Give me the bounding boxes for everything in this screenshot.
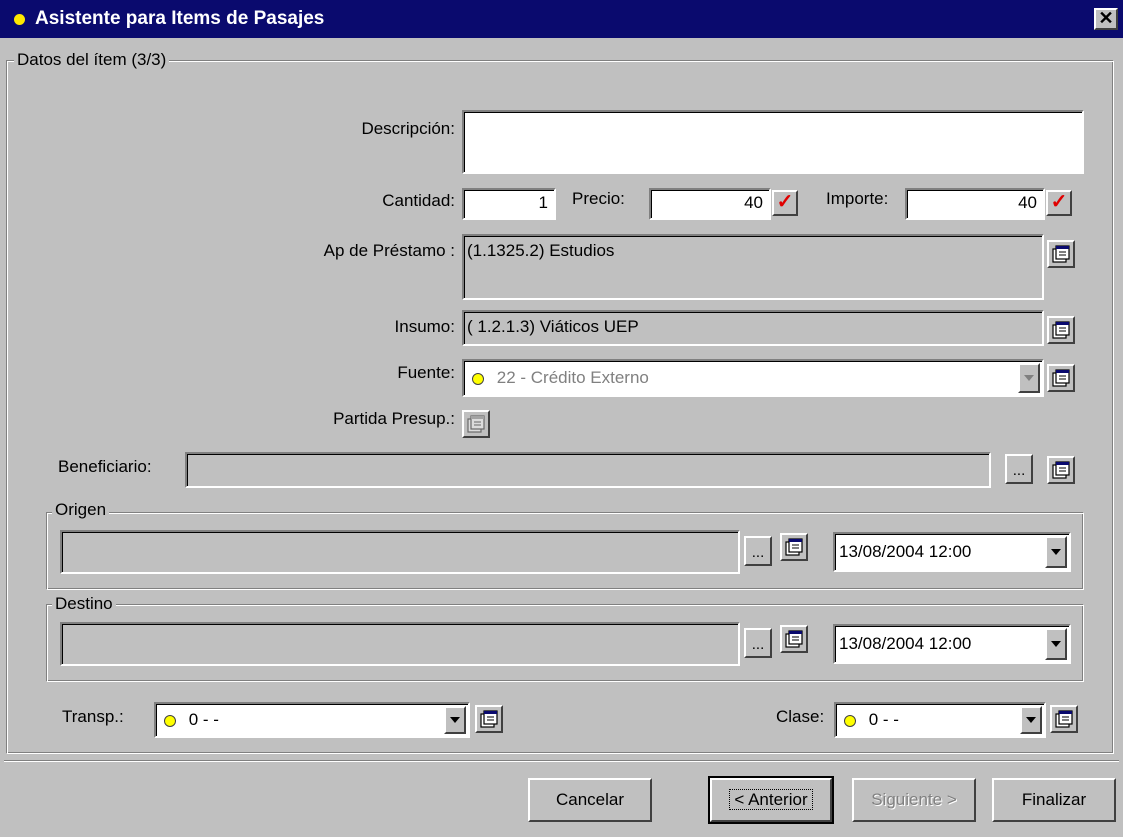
close-icon: ✕: [1098, 8, 1114, 28]
chevron-down-icon: [1051, 549, 1061, 555]
importe-check-button[interactable]: ✓: [1046, 190, 1072, 216]
close-button[interactable]: ✕: [1094, 8, 1118, 30]
insumo-properties-button[interactable]: [1047, 316, 1075, 344]
descripcion-field[interactable]: [462, 110, 1084, 174]
transp-value: 0 - -: [188, 710, 219, 729]
properties-icon: [467, 415, 485, 433]
window-title: Asistente para Items de Pasajes: [35, 8, 325, 29]
chevron-down-icon: [1026, 717, 1036, 723]
properties-icon: [1052, 321, 1070, 339]
destino-label: Destino: [52, 594, 116, 614]
importe-label: Importe:: [826, 189, 889, 208]
chevron-down-icon: [450, 717, 460, 723]
properties-icon: [785, 538, 803, 556]
destino-properties-button[interactable]: [780, 625, 808, 653]
properties-icon: [785, 630, 803, 648]
beneficiario-browse-button[interactable]: ...: [1005, 454, 1033, 484]
properties-icon: [1052, 369, 1070, 387]
ap-prestamo-label: Ap de Préstamo :: [323, 241, 455, 260]
origen-datetime-value: 13/08/2004 12:00: [839, 542, 972, 561]
transp-label: Transp.:: [62, 707, 124, 726]
clase-value: 0 - -: [868, 710, 899, 729]
partida-properties-button[interactable]: [462, 410, 490, 438]
origen-label: Origen: [52, 500, 110, 520]
status-dot-icon: [844, 714, 856, 727]
finish-button-label: Finalizar: [1021, 790, 1087, 809]
precio-check-button[interactable]: ✓: [772, 190, 798, 216]
precio-field[interactable]: 40: [649, 188, 771, 220]
ap-prestamo-field: (1.1325.2) Estudios: [462, 234, 1044, 300]
cantidad-label: Cantidad:: [382, 191, 455, 210]
title-dot-icon: [14, 13, 25, 25]
origen-properties-button[interactable]: [780, 533, 808, 561]
cantidad-field[interactable]: 1: [462, 188, 556, 220]
destino-datetime-dropdown-button[interactable]: [1045, 628, 1067, 660]
status-dot-icon: [164, 714, 176, 727]
clase-dropdown-button[interactable]: [1020, 706, 1042, 734]
status-dot-icon: [472, 372, 484, 385]
fuente-properties-button[interactable]: [1047, 364, 1075, 392]
destino-datetime-picker[interactable]: 13/08/2004 12:00: [833, 624, 1071, 664]
origen-datetime-dropdown-button[interactable]: [1045, 536, 1067, 568]
origen-field: [60, 530, 740, 574]
transp-dropdown-button[interactable]: [444, 706, 466, 734]
group-label: Datos del ítem (3/3): [14, 50, 170, 70]
fuente-dropdown-button[interactable]: [1018, 363, 1040, 393]
destino-browse-button[interactable]: ...: [744, 628, 772, 658]
clase-label: Clase:: [776, 707, 825, 726]
next-button[interactable]: Siguiente >: [852, 778, 976, 822]
beneficiario-properties-button[interactable]: [1047, 456, 1075, 484]
destino-field: [60, 622, 740, 666]
title-bar: Asistente para Items de Pasajes: [0, 0, 1123, 38]
destino-datetime-value: 13/08/2004 12:00: [839, 634, 972, 653]
clase-properties-button[interactable]: [1050, 705, 1078, 733]
properties-icon: [1052, 461, 1070, 479]
previous-button-label: < Anterior: [729, 789, 813, 810]
ap-prestamo-properties-button[interactable]: [1047, 240, 1075, 268]
fuente-label: Fuente:: [397, 363, 455, 382]
chevron-down-icon: [1024, 375, 1034, 381]
cancel-button[interactable]: Cancelar: [528, 778, 652, 822]
descripcion-label: Descripción:: [361, 119, 455, 138]
next-button-label: Siguiente >: [871, 790, 957, 809]
beneficiario-label: Beneficiario:: [58, 457, 152, 476]
cancel-button-label: Cancelar: [555, 790, 625, 809]
origen-datetime-picker[interactable]: 13/08/2004 12:00: [833, 532, 1071, 572]
partida-label: Partida Presup.:: [333, 409, 455, 428]
check-icon: ✓: [1050, 191, 1068, 213]
insumo-field: ( 1.2.1.3) Viáticos UEP: [462, 310, 1044, 346]
precio-label: Precio:: [572, 189, 625, 208]
fuente-select[interactable]: 22 - Crédito Externo: [462, 359, 1044, 397]
finish-button[interactable]: Finalizar: [992, 778, 1116, 822]
footer-separator: [4, 760, 1119, 762]
check-icon: ✓: [776, 191, 794, 213]
fuente-value: 22 - Crédito Externo: [496, 368, 649, 387]
clase-select[interactable]: 0 - -: [834, 702, 1046, 738]
beneficiario-field: [185, 452, 991, 488]
properties-icon: [1055, 710, 1073, 728]
importe-field[interactable]: 40: [905, 188, 1045, 220]
properties-icon: [1052, 245, 1070, 263]
transp-select[interactable]: 0 - -: [154, 702, 470, 738]
chevron-down-icon: [1051, 641, 1061, 647]
previous-button[interactable]: < Anterior: [708, 776, 834, 824]
transp-properties-button[interactable]: [475, 705, 503, 733]
properties-icon: [480, 710, 498, 728]
origen-browse-button[interactable]: ...: [744, 536, 772, 566]
insumo-label: Insumo:: [394, 317, 455, 336]
